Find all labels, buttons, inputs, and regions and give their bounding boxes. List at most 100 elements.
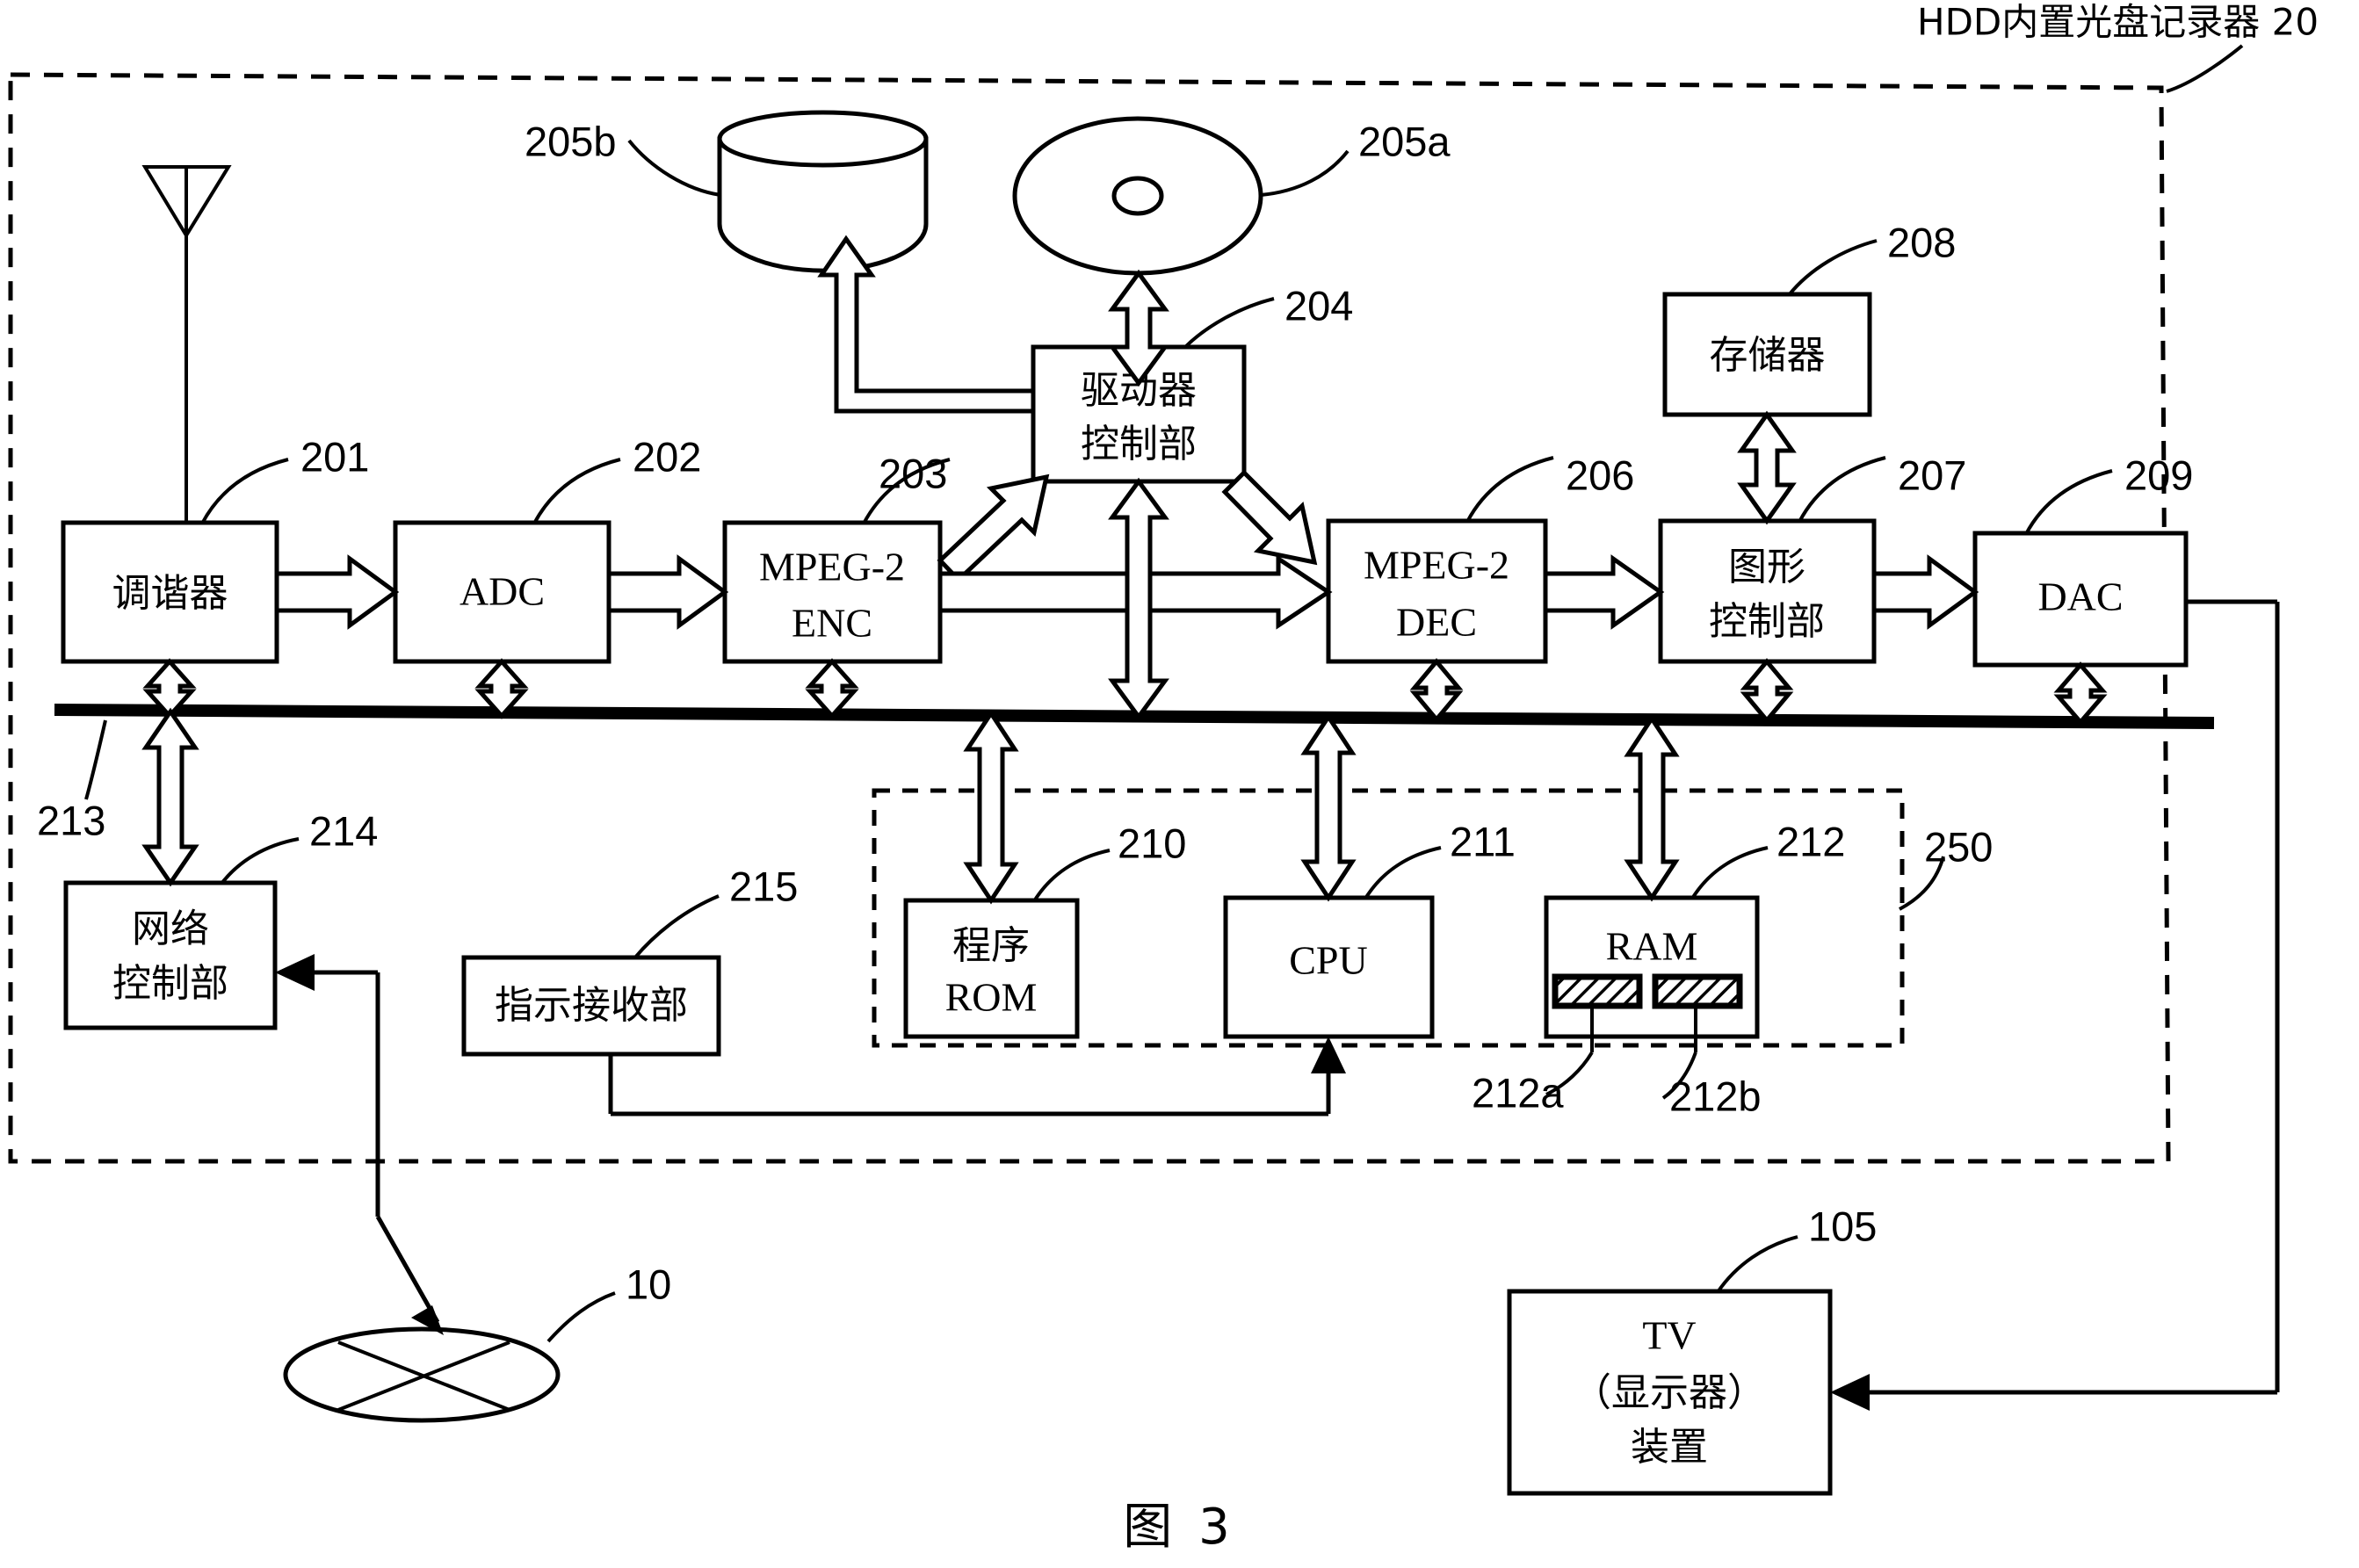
ref-105: 105 bbox=[1808, 1203, 1877, 1249]
block-network-control-label-line2: 控制部 bbox=[112, 961, 228, 1006]
block-cpu-label: CPU bbox=[1289, 938, 1367, 983]
leader-205a bbox=[1260, 149, 1350, 197]
arrow-bus-to-cpu bbox=[1300, 712, 1357, 902]
block-adc: ADC bbox=[393, 520, 611, 664]
leader-207 bbox=[1798, 456, 1886, 523]
ref-213: 213 bbox=[37, 797, 105, 843]
ref-205a: 205a bbox=[1358, 118, 1451, 164]
ref-212b: 212b bbox=[1669, 1073, 1762, 1119]
line-networkctrl-to-network bbox=[375, 1028, 444, 1335]
block-dac-label: DAC bbox=[2037, 574, 2123, 619]
ref-210: 210 bbox=[1118, 820, 1186, 866]
block-command-receiver-label: 指示接收部 bbox=[495, 983, 688, 1028]
bus-stub-dac bbox=[2053, 661, 2108, 726]
hdd-cylinder-icon bbox=[717, 110, 929, 273]
bus-stub-mpegenc bbox=[805, 658, 859, 719]
recorder-enclosure-leader bbox=[2166, 44, 2244, 93]
line-cmdreceiver-to-networkctrl bbox=[275, 954, 380, 1028]
ref-207: 207 bbox=[1898, 452, 1966, 498]
recorder-enclosure-label: HDD内置光盘记录器 20 bbox=[1917, 1, 2319, 44]
block-tv-label-line1: TV bbox=[1642, 1313, 1696, 1358]
arrow-drivectrl-to-hdd bbox=[817, 235, 1036, 414]
ref-10: 10 bbox=[626, 1261, 671, 1307]
leader-10 bbox=[546, 1291, 616, 1343]
bus-stub-gfxctrl bbox=[1740, 658, 1794, 724]
block-network-control: 网络 控制部 bbox=[63, 880, 278, 1030]
ref-208: 208 bbox=[1887, 219, 1956, 265]
arrow-adc-to-mpegenc bbox=[606, 554, 729, 630]
block-memory-label: 存储器 bbox=[1710, 333, 1826, 378]
ref-202: 202 bbox=[633, 433, 701, 480]
block-drive-control-label-line2: 控制部 bbox=[1081, 422, 1197, 466]
leader-206 bbox=[1465, 456, 1554, 523]
arrow-bus-to-networkctrl bbox=[141, 707, 199, 887]
diagram-canvas: 调谐器 ADC MPEG-2 ENC 驱动器 控制部 MPEG-2 DEC 图形… bbox=[8, 1, 2319, 1556]
ref-214: 214 bbox=[309, 807, 378, 854]
block-program-rom-label-line1: 程序 bbox=[952, 923, 1030, 968]
arrow-tuner-to-adc bbox=[274, 554, 400, 630]
block-mpeg2-enc: MPEG-2 ENC bbox=[722, 520, 943, 664]
leader-202 bbox=[532, 458, 621, 524]
block-network-control-label-line1: 网络 bbox=[132, 907, 209, 951]
leader-210 bbox=[1032, 849, 1111, 903]
leader-214 bbox=[220, 837, 300, 885]
block-memory: 存储器 bbox=[1662, 292, 1872, 417]
ref-201: 201 bbox=[300, 433, 369, 480]
leader-105 bbox=[1716, 1235, 1798, 1294]
leader-209 bbox=[2024, 469, 2113, 535]
block-dac: DAC bbox=[1972, 531, 2189, 668]
block-tuner-label: 调谐器 bbox=[112, 571, 228, 616]
block-tv-label-line2: （显示器） bbox=[1573, 1370, 1766, 1415]
antenna-icon bbox=[141, 165, 232, 525]
block-adc-label: ADC bbox=[459, 569, 545, 614]
block-program-rom: 程序 ROM bbox=[903, 898, 1080, 1039]
line-cmdreceiver-to-cpu bbox=[608, 1037, 1346, 1116]
ref-206: 206 bbox=[1566, 452, 1634, 498]
ram-region-212a bbox=[1552, 973, 1643, 1009]
leader-213 bbox=[84, 719, 107, 800]
optical-disc-icon bbox=[1012, 116, 1263, 276]
leader-208 bbox=[1787, 239, 1878, 297]
block-tv-label-line3: 装置 bbox=[1631, 1425, 1708, 1470]
leader-212 bbox=[1690, 846, 1769, 900]
leader-211 bbox=[1364, 846, 1442, 900]
arrow-mpegdec-to-gfxctrl bbox=[1543, 554, 1665, 630]
ref-204: 204 bbox=[1284, 282, 1353, 329]
ref-212: 212 bbox=[1776, 818, 1845, 864]
ref-211: 211 bbox=[1450, 818, 1516, 864]
block-graphics-control-label-line1: 图形 bbox=[1728, 545, 1805, 589]
ref-205b: 205b bbox=[525, 118, 617, 164]
block-mpeg2-enc-label-line2: ENC bbox=[792, 601, 872, 646]
arrow-mpegenc-to-drivectrl bbox=[937, 473, 1050, 583]
ref-215: 215 bbox=[729, 863, 798, 909]
arrow-drivectrl-to-mpegdec bbox=[1221, 469, 1318, 566]
block-tuner: 调谐器 bbox=[61, 520, 279, 664]
figure-3-block-diagram: 调谐器 ADC MPEG-2 ENC 驱动器 控制部 MPEG-2 DEC 图形… bbox=[0, 0, 2359, 1568]
block-graphics-control: 图形 控制部 bbox=[1658, 518, 1877, 664]
figure-caption: 图 3 bbox=[1123, 1499, 1234, 1556]
network-cloud-icon bbox=[283, 1326, 561, 1423]
block-command-receiver: 指示接收部 bbox=[461, 955, 721, 1057]
leader-205b bbox=[627, 139, 721, 197]
leader-204 bbox=[1183, 297, 1275, 350]
ref-250: 250 bbox=[1924, 823, 1993, 870]
block-tv-display: TV （显示器） 装置 bbox=[1507, 1289, 1833, 1496]
block-mpeg2-dec-label-line2: DEC bbox=[1396, 600, 1477, 645]
arrow-memory-to-gfxctrl bbox=[1737, 410, 1797, 525]
block-mpeg2-enc-label-line1: MPEG-2 bbox=[759, 545, 905, 589]
block-mpeg2-dec: MPEG-2 DEC bbox=[1326, 518, 1548, 664]
block-ram: RAM bbox=[1544, 895, 1760, 1052]
ref-203: 203 bbox=[879, 450, 947, 496]
block-graphics-control-label-line2: 控制部 bbox=[1709, 599, 1825, 644]
ref-212a: 212a bbox=[1472, 1069, 1564, 1116]
arrow-gfxctrl-to-dac bbox=[1871, 554, 1979, 630]
ram-region-212b bbox=[1652, 973, 1743, 1009]
block-program-rom-label-line2: ROM bbox=[945, 975, 1038, 1020]
ref-209: 209 bbox=[2124, 452, 2193, 498]
block-mpeg2-dec-label-line1: MPEG-2 bbox=[1364, 543, 1509, 588]
block-cpu: CPU bbox=[1223, 895, 1435, 1039]
arrow-bus-to-ram bbox=[1624, 714, 1680, 902]
arrow-bus-to-programrom bbox=[963, 709, 1019, 905]
bus-stub-mpegdec bbox=[1409, 658, 1464, 723]
leader-215 bbox=[633, 894, 720, 960]
